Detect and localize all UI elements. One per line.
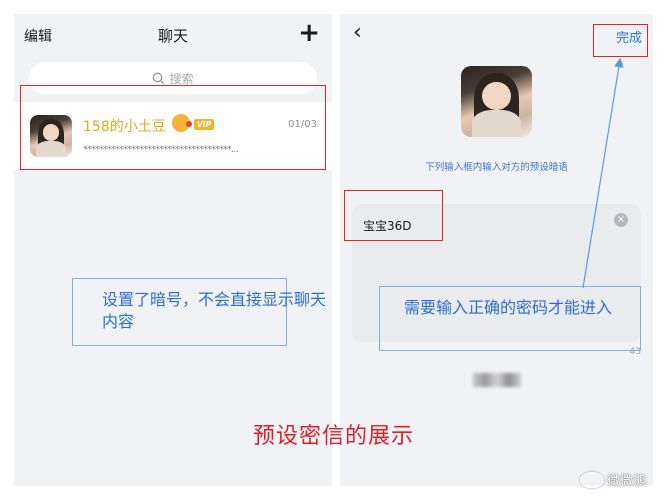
add-chat-button[interactable]: + bbox=[298, 18, 320, 48]
page-title: 聊天 bbox=[157, 27, 188, 45]
left-annotation-text: 设置了暗号，不会直接显示聊天内容 bbox=[102, 290, 327, 331]
watermark: 微微熊 bbox=[580, 470, 646, 489]
watermark-text: 微微熊 bbox=[607, 474, 647, 489]
weibo-logo-icon bbox=[580, 471, 604, 488]
contact-profile-avatar bbox=[461, 66, 532, 137]
back-button[interactable]: ‹ bbox=[353, 20, 362, 45]
secret-code-screen: ‹ 完成 下列输入框内输入对方的预设暗语 宝宝36D × 43 bbox=[340, 14, 653, 486]
clear-input-icon[interactable]: × bbox=[614, 213, 628, 227]
composite-image: 编辑 聊天 + 搜索 158的小土豆 VIP 01/03 ***********… bbox=[0, 0, 667, 500]
code-hint-text: 下列输入框内输入对方的预设暗语 bbox=[425, 162, 568, 173]
done-button-highlight-box bbox=[593, 24, 648, 57]
right-annotation-text: 需要输入正确的密码才能进入 bbox=[404, 298, 613, 317]
search-icon bbox=[153, 72, 165, 84]
chat-item-highlight-box bbox=[20, 85, 326, 170]
caption-text: 预设密信的展示 bbox=[252, 424, 414, 449]
search-placeholder: 搜索 bbox=[169, 71, 194, 86]
code-value-highlight-box bbox=[344, 190, 443, 241]
blurred-label bbox=[473, 373, 521, 387]
